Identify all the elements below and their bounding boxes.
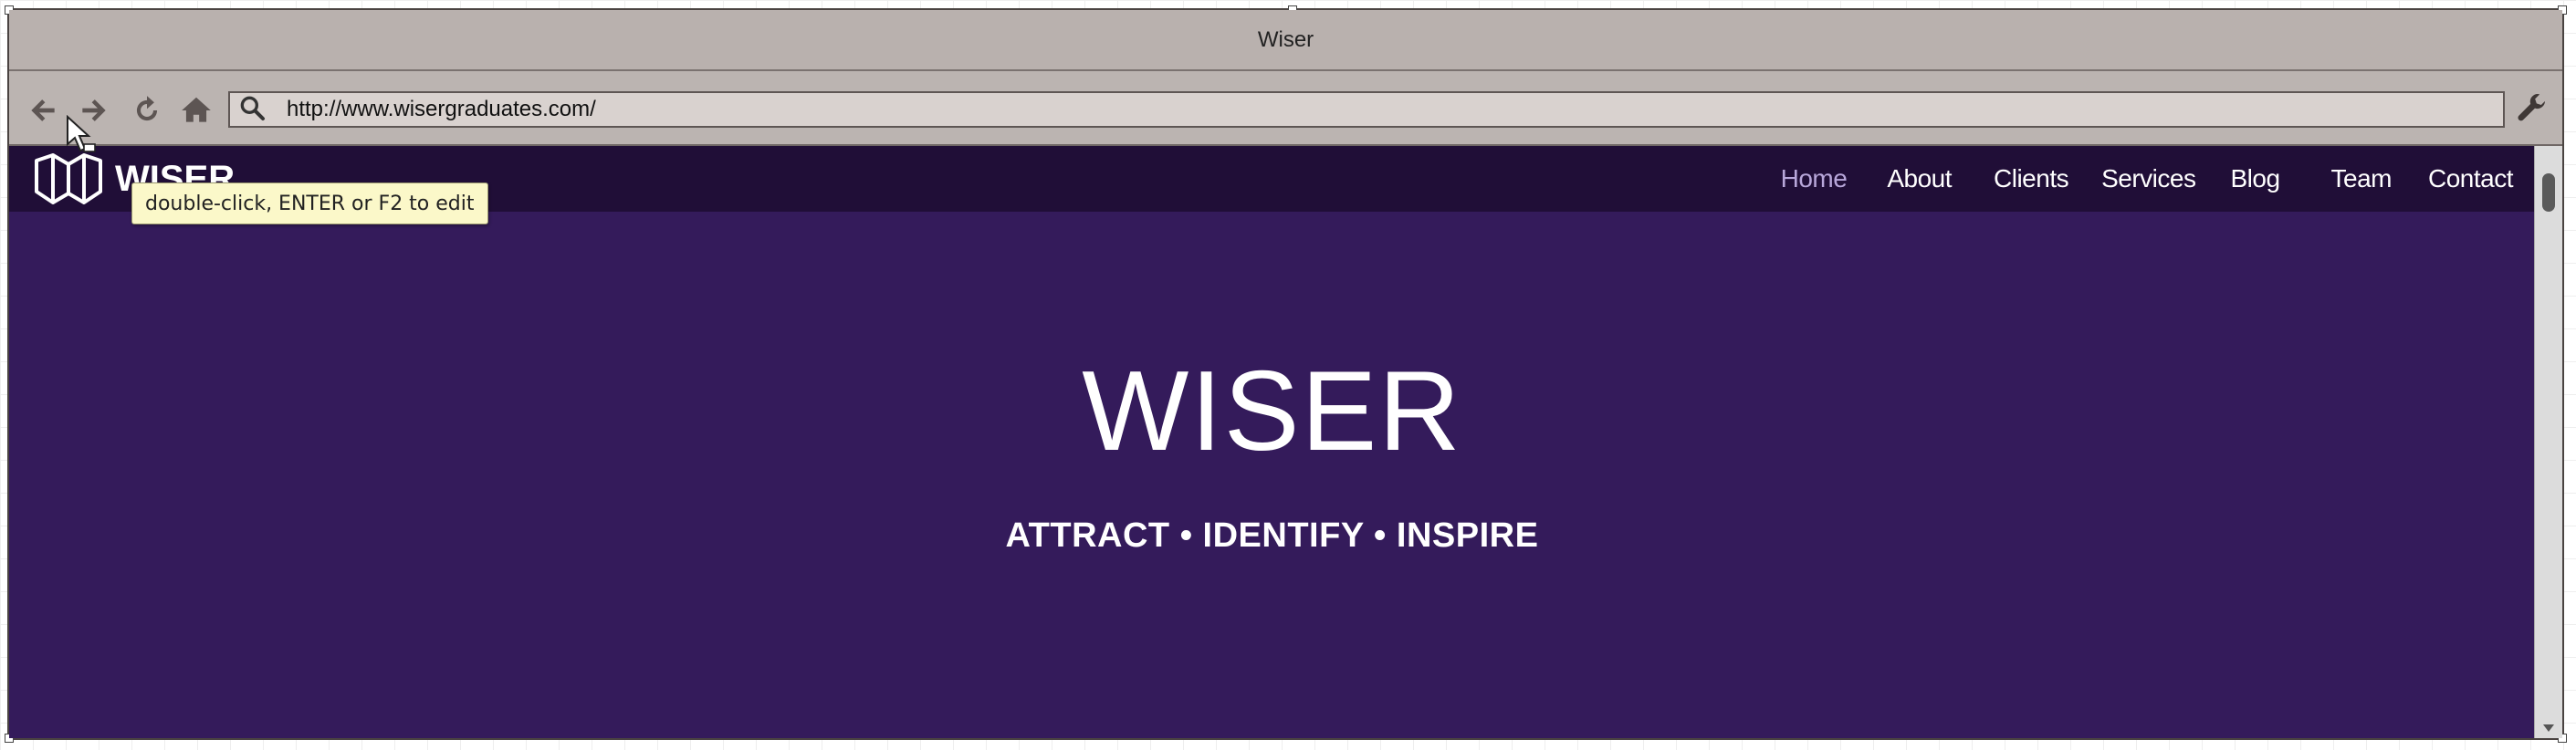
wrench-icon: [2513, 91, 2550, 128]
nav-about[interactable]: About: [1887, 164, 1952, 193]
settings-button[interactable]: [2513, 91, 2550, 128]
page-viewport: WISER Home About Clients Services Blog T…: [9, 146, 2562, 738]
reload-icon: [130, 93, 164, 128]
home-icon: [179, 93, 214, 128]
scrollbar-thumb[interactable]: [2542, 173, 2555, 212]
edit-tooltip: double-click, ENTER or F2 to edit: [131, 182, 488, 224]
home-button[interactable]: [179, 93, 214, 128]
hero-subtitle: ATTRACT • IDENTIFY • INSPIRE: [1005, 516, 1539, 555]
reload-button[interactable]: [130, 93, 164, 128]
nav-home[interactable]: Home: [1781, 164, 1848, 193]
nav-clients[interactable]: Clients: [1994, 164, 2069, 193]
address-bar-url: http://www.wisergraduates.com/: [287, 97, 596, 121]
back-button[interactable]: [26, 93, 60, 128]
vertical-scrollbar[interactable]: [2534, 146, 2562, 738]
browser-toolbar: http://www.wisergraduates.com/: [9, 71, 2562, 146]
mouse-pointer-icon: [66, 115, 97, 157]
browser-window: Wiser http://www.wisergraduates.com/ WIS…: [5, 5, 2567, 743]
nav-team[interactable]: Team: [2331, 164, 2393, 193]
search-icon: [237, 93, 270, 126]
window-title: Wiser: [9, 10, 2562, 71]
logo-mark-icon: [31, 151, 106, 206]
scroll-down-arrow-icon[interactable]: [2542, 724, 2555, 733]
nav-contact[interactable]: Contact: [2428, 164, 2514, 193]
hero-title: WISER: [1082, 349, 1462, 474]
arrow-left-icon: [26, 93, 60, 128]
nav-blog[interactable]: Blog: [2230, 164, 2280, 193]
address-bar[interactable]: http://www.wisergraduates.com/: [228, 91, 2505, 128]
site-menu: Home About Clients Services Blog Team Co…: [1781, 146, 2514, 212]
nav-services[interactable]: Services: [2101, 164, 2196, 193]
